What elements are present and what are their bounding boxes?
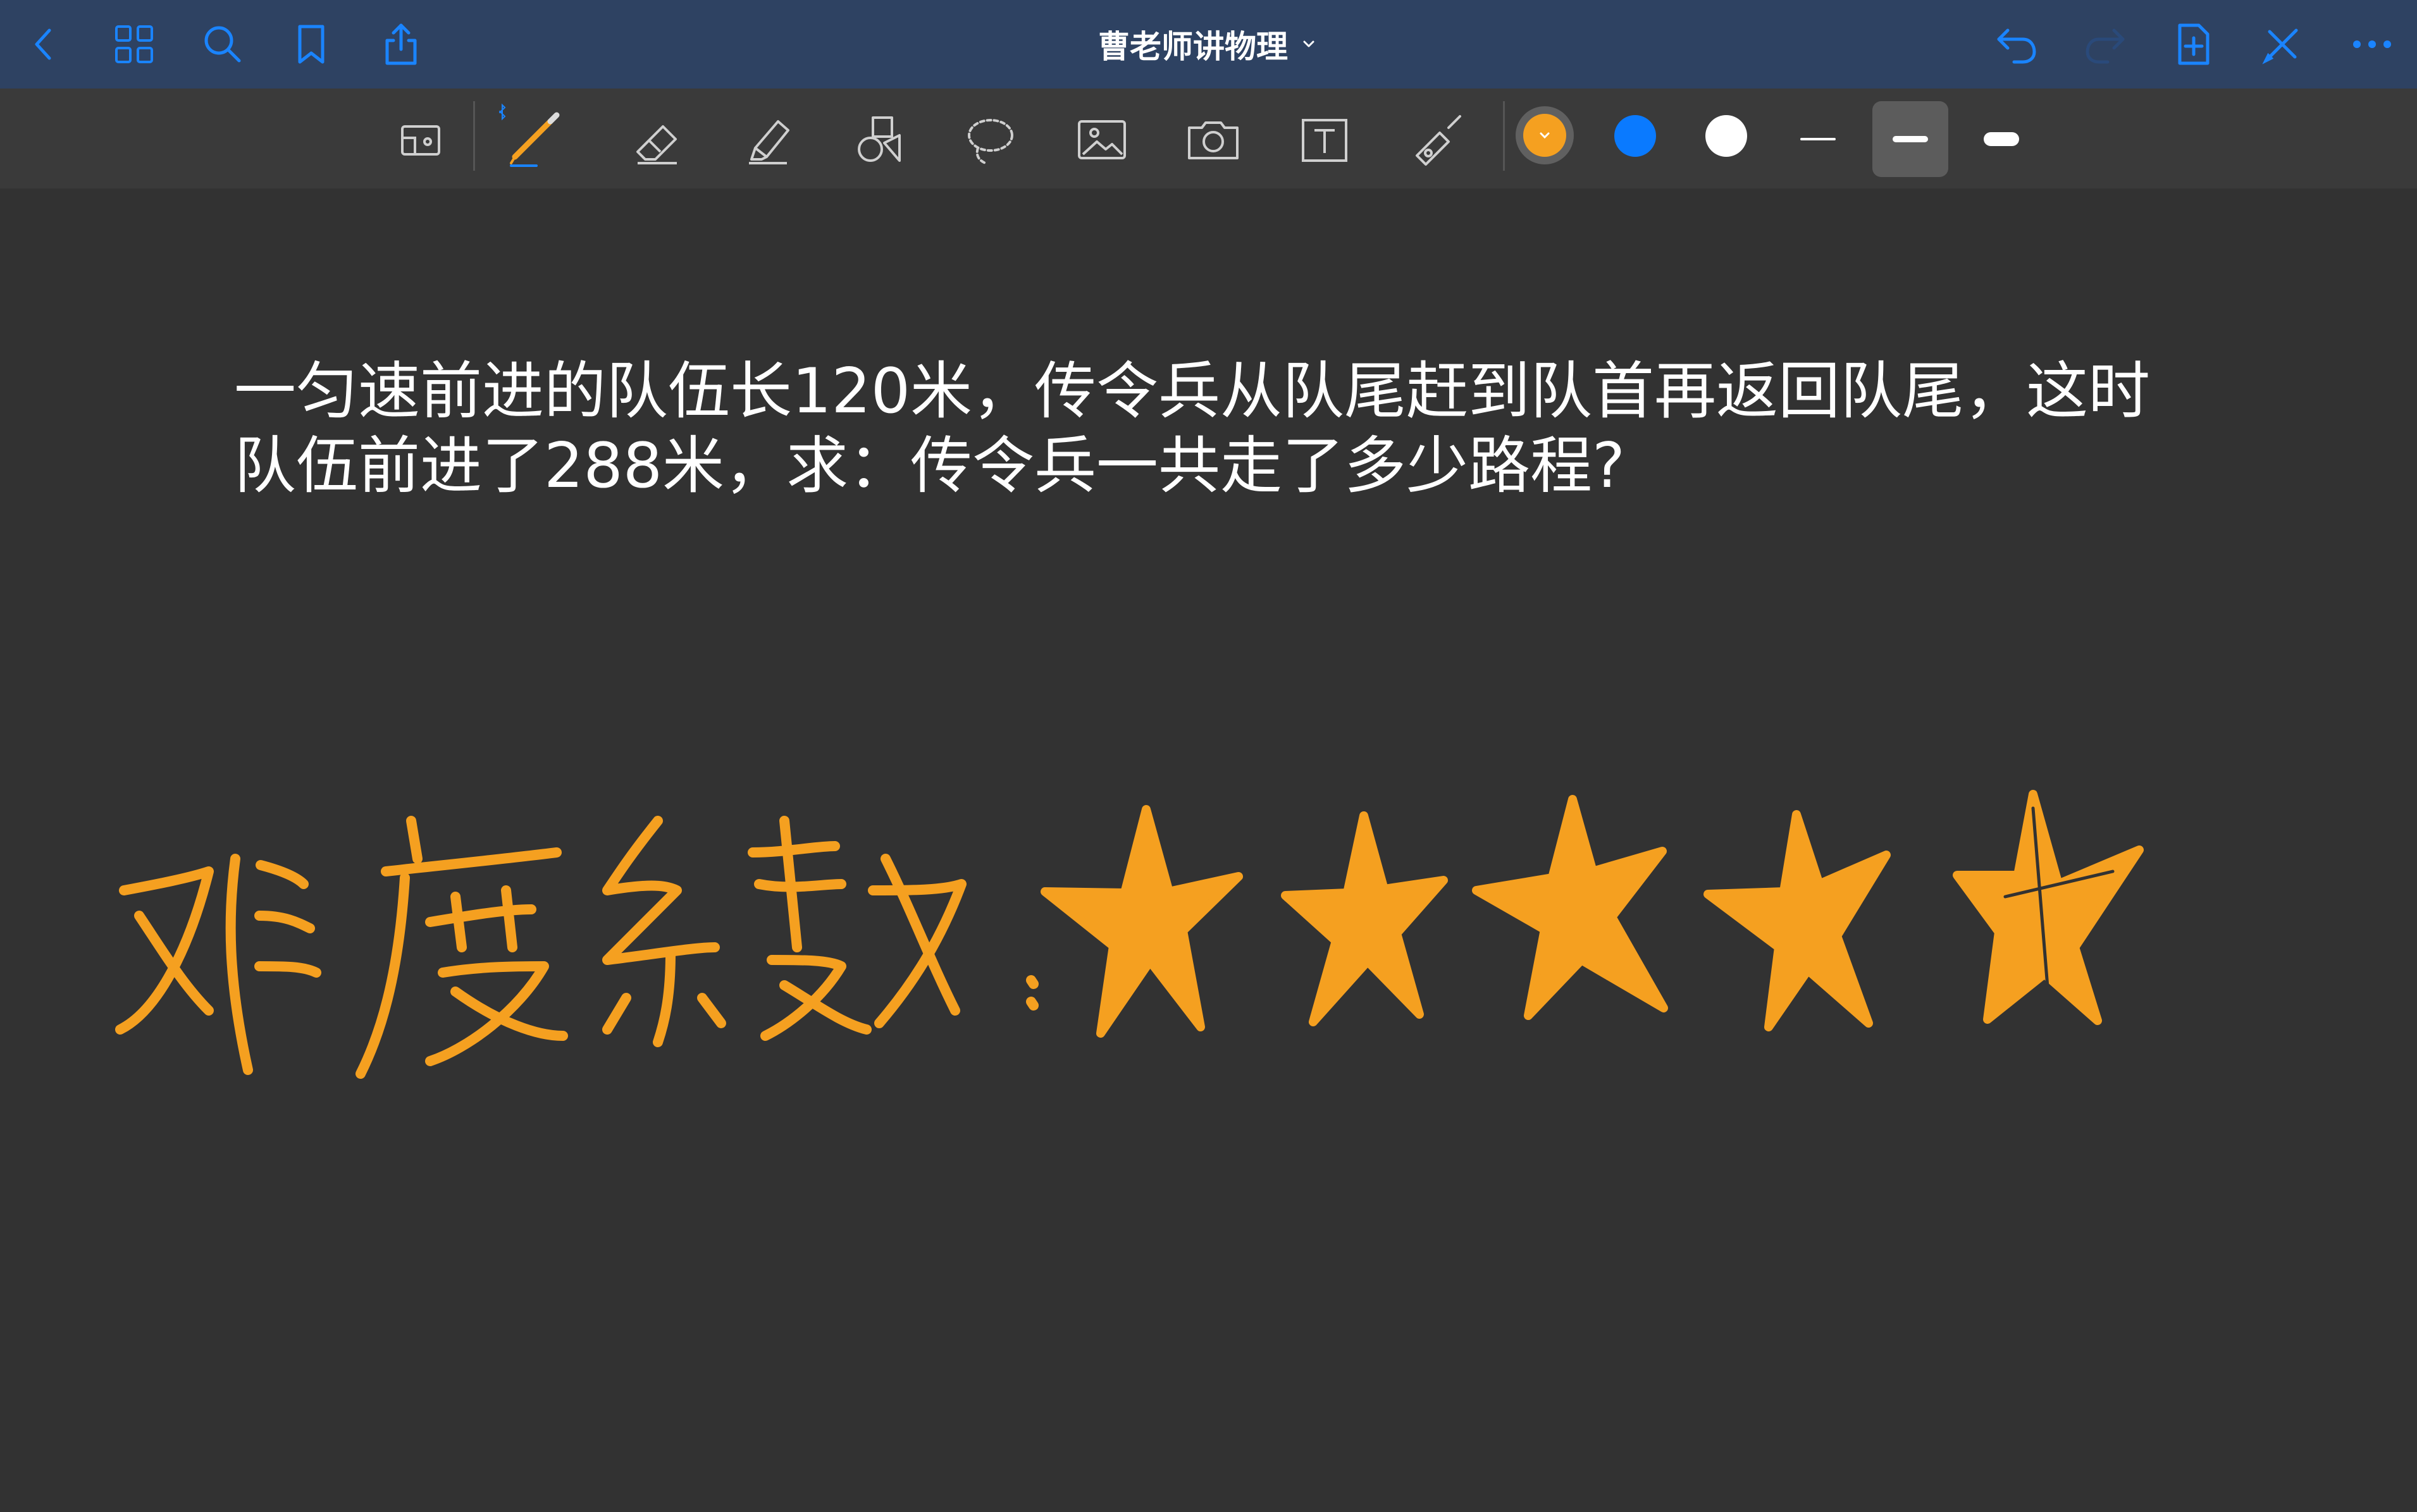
stroke-sample-thick [1984, 132, 2019, 146]
chevron-down-icon [1303, 40, 1314, 47]
chevron-left-icon[interactable] [19, 19, 70, 70]
add-page-icon[interactable] [2168, 19, 2219, 70]
handwritten-ink-layer [115, 790, 2144, 1079]
pen-icon[interactable] [498, 102, 574, 178]
eraser-icon[interactable] [619, 102, 695, 178]
bookmark-icon[interactable] [286, 19, 337, 70]
grid-icon[interactable] [109, 19, 159, 70]
highlighter-icon[interactable] [730, 102, 806, 178]
drawing-toolbar [0, 89, 2417, 188]
laser-pointer-icon[interactable] [1398, 102, 1474, 178]
undo-icon[interactable] [1991, 19, 2042, 70]
text-box-icon[interactable] [1287, 102, 1363, 178]
search-icon[interactable] [197, 19, 248, 70]
lasso-icon[interactable] [953, 102, 1029, 178]
color-swatch-blue[interactable] [1614, 115, 1656, 157]
star-4 [1703, 810, 1891, 1031]
shapes-icon[interactable] [841, 102, 917, 178]
stroke-width-medium[interactable] [1872, 101, 1948, 177]
stroke-width-thin[interactable] [1780, 101, 1856, 177]
stroke-sample-thin [1800, 138, 1836, 140]
stroke-sample-medium [1893, 136, 1928, 142]
redo-icon[interactable] [2080, 19, 2130, 70]
pen-off-icon[interactable] [2257, 19, 2308, 70]
color-swatch-white[interactable] [1705, 115, 1747, 157]
camera-icon[interactable] [1175, 102, 1251, 178]
toolbar-divider [1503, 101, 1505, 171]
difficulty-stars [1041, 790, 2144, 1038]
chevron-down-icon [1540, 132, 1550, 139]
top-navigation-bar: 曹老师讲物理 [0, 0, 2417, 89]
note-canvas[interactable]: 一匀速前进的队伍长120米，传令兵从队尾赶到队首再返回队尾，这时 队伍前进了28… [0, 188, 2417, 1512]
document-title[interactable]: 曹老师讲物理 [1050, 19, 1366, 70]
toolbar-divider [473, 101, 475, 171]
handwriting-difficulty-label [115, 816, 1039, 1079]
page-view-icon[interactable] [383, 102, 459, 178]
star-2 [1281, 811, 1448, 1026]
share-icon[interactable] [376, 19, 426, 70]
image-icon[interactable] [1064, 102, 1140, 178]
star-3 [1472, 795, 1668, 1020]
star-1 [1041, 805, 1243, 1038]
stroke-width-thick[interactable] [1963, 101, 2039, 177]
document-title-text: 曹老师讲物理 [1098, 28, 1288, 65]
more-icon[interactable] [2347, 19, 2397, 70]
